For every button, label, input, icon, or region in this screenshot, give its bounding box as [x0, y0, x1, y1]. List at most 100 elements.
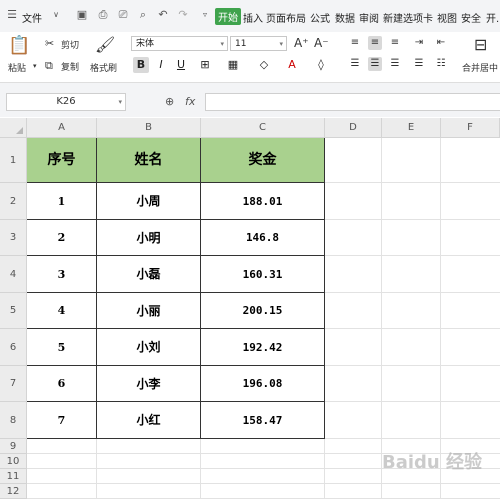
- italic-button[interactable]: I: [153, 57, 169, 73]
- tab-insert[interactable]: 插入: [243, 10, 263, 25]
- cell-bonus[interactable]: 188.01: [201, 183, 325, 220]
- name-box[interactable]: K26 ▾: [6, 93, 126, 111]
- cell-bonus[interactable]: 196.08: [201, 366, 325, 402]
- quick-access-dropdown-icon[interactable]: ▿: [199, 9, 211, 21]
- row-header-2[interactable]: 2: [0, 183, 27, 220]
- undo-icon[interactable]: ↶: [157, 9, 169, 21]
- hamburger-icon[interactable]: ☰: [6, 9, 18, 21]
- tab-page-layout[interactable]: 页面布局: [266, 10, 306, 25]
- distributed-icon[interactable]: ☷: [434, 57, 448, 71]
- fill-pattern-icon[interactable]: ▦: [225, 57, 241, 73]
- column-header-f[interactable]: F: [441, 118, 500, 138]
- column-header-c[interactable]: C: [201, 118, 325, 138]
- fill-color-icon[interactable]: ◇: [256, 57, 272, 73]
- row-header-6[interactable]: 6: [0, 329, 27, 366]
- zoom-search-icon[interactable]: ⊕: [165, 95, 174, 108]
- cell-name[interactable]: 小明: [97, 220, 201, 256]
- fx-icon[interactable]: fx: [185, 95, 195, 108]
- row-header-11[interactable]: 11: [0, 469, 27, 484]
- print-preview-icon[interactable]: ⌕: [137, 9, 149, 21]
- tab-home[interactable]: 开始: [215, 8, 241, 25]
- cell-bonus[interactable]: 146.8: [201, 220, 325, 256]
- font-name-select[interactable]: 宋体 ▾: [131, 36, 228, 51]
- row-header-4[interactable]: 4: [0, 256, 27, 293]
- cell-name[interactable]: 小周: [97, 183, 201, 220]
- format-painter-icon[interactable]: 🖌: [95, 35, 115, 54]
- align-top-icon[interactable]: ≡: [348, 36, 362, 50]
- merge-center-icon[interactable]: ⊟: [474, 35, 487, 54]
- copy-icon[interactable]: ⧉: [45, 59, 53, 73]
- column-header-d[interactable]: D: [325, 118, 382, 138]
- outdent-icon[interactable]: ⇤: [434, 36, 448, 50]
- cell-bonus[interactable]: 160.31: [201, 256, 325, 293]
- cell-bonus[interactable]: 158.47: [201, 402, 325, 439]
- tab-new[interactable]: 新建选项卡: [383, 10, 433, 25]
- row-header-12[interactable]: 12: [0, 484, 27, 499]
- clear-format-icon[interactable]: ◊: [313, 57, 329, 73]
- row-header-9[interactable]: 9: [0, 439, 27, 454]
- cell-name[interactable]: 小李: [97, 366, 201, 402]
- align-center-icon[interactable]: ☰: [368, 57, 382, 71]
- chevron-down-icon[interactable]: ∨: [50, 9, 62, 21]
- increase-font-icon[interactable]: A⁺: [294, 36, 309, 50]
- paste-dropdown-icon[interactable]: ▾: [33, 62, 37, 70]
- formula-input[interactable]: [205, 93, 500, 111]
- tab-review[interactable]: 审阅: [359, 10, 379, 25]
- font-size-select[interactable]: 11 ▾: [230, 36, 287, 51]
- bold-button[interactable]: B: [133, 57, 149, 73]
- cell-index[interactable]: 7: [27, 402, 97, 439]
- cell-name[interactable]: 小磊: [97, 256, 201, 293]
- column-header-a[interactable]: A: [27, 118, 97, 138]
- tab-dev[interactable]: 开...: [486, 10, 500, 25]
- redo-icon[interactable]: ↷: [177, 9, 189, 21]
- decrease-font-icon[interactable]: A⁻: [314, 36, 329, 50]
- cell-index[interactable]: 4: [27, 293, 97, 329]
- cell-index[interactable]: 6: [27, 366, 97, 402]
- export-icon[interactable]: ⎙: [97, 9, 109, 21]
- font-color-icon[interactable]: A: [284, 57, 300, 73]
- header-cell-bonus[interactable]: 奖金: [201, 138, 325, 183]
- cell-index[interactable]: 2: [27, 220, 97, 256]
- indent-icon[interactable]: ⇥: [412, 36, 426, 50]
- row-header-3[interactable]: 3: [0, 220, 27, 256]
- cell-index[interactable]: 3: [27, 256, 97, 293]
- select-all-corner[interactable]: [0, 118, 27, 138]
- merge-center-button[interactable]: 合并居中: [462, 61, 498, 74]
- cut-button[interactable]: 剪切: [61, 38, 79, 51]
- column-header-e[interactable]: E: [382, 118, 441, 138]
- header-cell-index[interactable]: 序号: [27, 138, 97, 183]
- paste-button[interactable]: 粘贴: [8, 61, 26, 74]
- paste-icon[interactable]: 📋: [8, 35, 30, 57]
- file-menu[interactable]: 文件: [22, 10, 42, 25]
- save-icon[interactable]: ▣: [76, 9, 88, 21]
- tab-data[interactable]: 数据: [335, 10, 355, 25]
- copy-button[interactable]: 复制: [61, 60, 79, 73]
- format-painter-button[interactable]: 格式刷: [90, 61, 117, 74]
- row-header-8[interactable]: 8: [0, 402, 27, 439]
- underline-button[interactable]: U: [173, 57, 189, 73]
- cell-bonus[interactable]: 200.15: [201, 293, 325, 329]
- cell-index[interactable]: 1: [27, 183, 97, 220]
- row-header-10[interactable]: 10: [0, 454, 27, 469]
- row-header-5[interactable]: 5: [0, 293, 27, 329]
- cell-name[interactable]: 小丽: [97, 293, 201, 329]
- row-header-1[interactable]: 1: [0, 138, 27, 183]
- border-icon[interactable]: ⊞: [197, 57, 213, 73]
- align-left-icon[interactable]: ☰: [348, 57, 362, 71]
- justify-icon[interactable]: ☰: [412, 57, 426, 71]
- cell-bonus[interactable]: 192.42: [201, 329, 325, 366]
- cell-name[interactable]: 小刘: [97, 329, 201, 366]
- align-bottom-icon[interactable]: ≡: [388, 36, 402, 50]
- tab-security[interactable]: 安全: [461, 10, 481, 25]
- align-right-icon[interactable]: ☰: [388, 57, 402, 71]
- row-header-7[interactable]: 7: [0, 366, 27, 402]
- align-middle-icon[interactable]: ≡: [368, 36, 382, 50]
- tab-formulas[interactable]: 公式: [310, 10, 330, 25]
- cell-index[interactable]: 5: [27, 329, 97, 366]
- scissors-icon[interactable]: ✂: [45, 37, 54, 50]
- header-cell-name[interactable]: 姓名: [97, 138, 201, 183]
- print-icon[interactable]: ⎚: [117, 9, 129, 21]
- tab-view[interactable]: 视图: [437, 10, 457, 25]
- cell-name[interactable]: 小红: [97, 402, 201, 439]
- column-header-b[interactable]: B: [97, 118, 201, 138]
